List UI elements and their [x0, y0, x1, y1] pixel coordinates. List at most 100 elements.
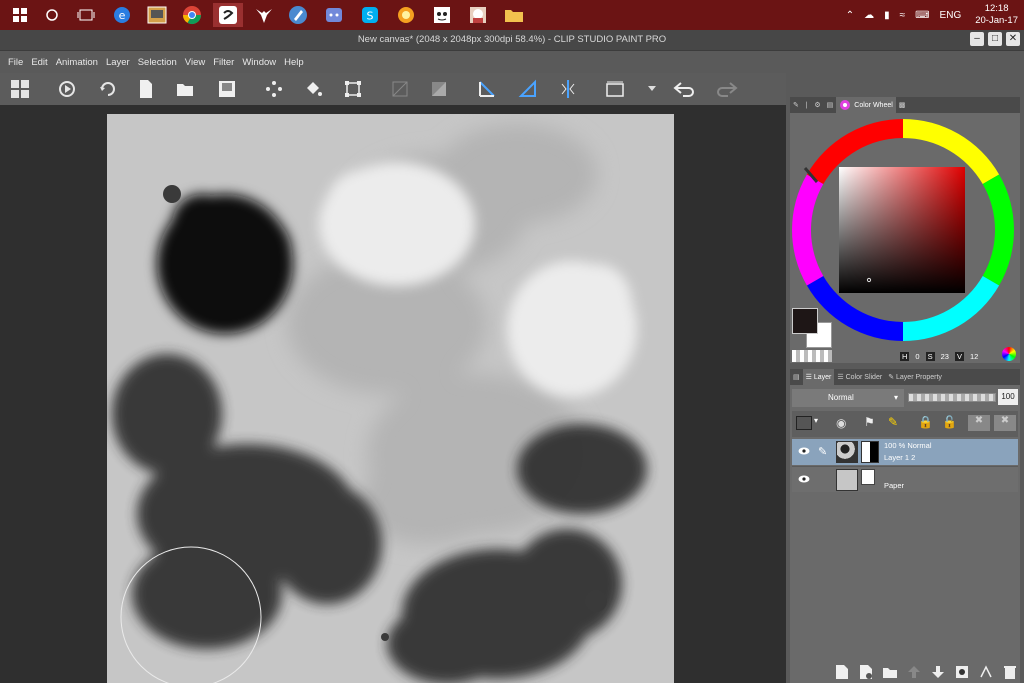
canvas-workspace	[0, 105, 786, 683]
media-app-icon[interactable]	[145, 3, 169, 27]
layer-mask-thumbnail	[861, 441, 879, 463]
tab-brush-icon[interactable]: ∣	[802, 97, 812, 113]
new-folder-icon[interactable]	[882, 664, 898, 680]
symmetry-ruler-icon[interactable]	[556, 77, 580, 101]
character-app-icon[interactable]	[466, 3, 490, 27]
menu-view[interactable]: View	[181, 57, 209, 68]
folder-icon[interactable]	[502, 3, 526, 27]
opacity-slider[interactable]	[908, 393, 996, 402]
cortana-icon[interactable]	[40, 3, 64, 27]
tab-pen-icon[interactable]: ✎	[790, 97, 802, 113]
invert-selection-icon[interactable]	[427, 77, 451, 101]
grid-menu-icon[interactable]	[8, 77, 32, 101]
eye-icon[interactable]	[798, 447, 810, 455]
new-raster-layer-icon[interactable]	[834, 664, 850, 680]
saturation-value: 23	[940, 352, 949, 361]
redo-icon[interactable]	[715, 77, 739, 101]
frame-icon[interactable]	[603, 77, 627, 101]
minimize-button[interactable]: –	[970, 32, 984, 46]
draft-layer-icon[interactable]: ✎	[888, 415, 898, 429]
tab-color-slider[interactable]: ☰ Color Slider	[834, 369, 885, 385]
keyboard-icon[interactable]: ⌨	[915, 10, 929, 21]
skype-icon[interactable]: S	[358, 3, 382, 27]
undo-history-icon[interactable]	[262, 77, 286, 101]
tab-menu-icon[interactable]: ▤	[790, 369, 803, 385]
tab-layers-icon[interactable]: ▤	[824, 97, 837, 113]
ruler-icon[interactable]	[978, 664, 994, 680]
layer-thumbnail	[836, 441, 858, 463]
trash-icon[interactable]	[1002, 664, 1018, 680]
dropdown-arrow-icon[interactable]	[645, 77, 659, 101]
opacity-input[interactable]: 100	[998, 389, 1018, 405]
cloud-icon[interactable]: ☁	[864, 10, 874, 21]
perspective-ruler-icon[interactable]	[516, 77, 540, 101]
windows-start-icon[interactable]	[8, 3, 32, 27]
new-vector-layer-icon[interactable]	[858, 664, 874, 680]
tab-settings-icon[interactable]: ⚙	[811, 97, 823, 113]
battery-icon[interactable]: ▮	[884, 10, 890, 21]
chevron-down-icon[interactable]: ▾	[814, 416, 818, 425]
transparent-color-swatch[interactable]	[792, 350, 832, 362]
transform-icon[interactable]	[341, 77, 365, 101]
tab-layer-property[interactable]: ✎ Layer Property	[885, 369, 945, 385]
new-file-icon[interactable]	[134, 77, 158, 101]
clip-studio-refresh-icon[interactable]	[96, 77, 120, 101]
clear-selection-icon[interactable]	[388, 77, 412, 101]
layer-mask-icon[interactable]	[954, 664, 970, 680]
save-icon[interactable]	[215, 77, 239, 101]
chevron-up-icon[interactable]: ⌃	[846, 10, 854, 21]
clip-studio-icon[interactable]	[213, 3, 243, 27]
transfer-down-icon[interactable]	[906, 664, 922, 680]
clock[interactable]: 12:18 20-Jan-17	[975, 3, 1018, 27]
merge-down-icon[interactable]	[930, 664, 946, 680]
blend-mode-select[interactable]: Normal ▾	[792, 389, 904, 407]
mask-enable-icon[interactable]: ✖	[968, 415, 990, 431]
color-wheel[interactable]	[790, 113, 1020, 343]
maximize-button[interactable]: □	[988, 32, 1002, 46]
chrome-icon[interactable]	[180, 3, 204, 27]
burst-app-icon[interactable]	[394, 3, 418, 27]
doc-viewer-icon[interactable]	[430, 3, 454, 27]
clipping-icon[interactable]: ◉	[836, 416, 846, 430]
hsv-readout: H 0 S 23 V 12	[900, 352, 978, 361]
ruler-line-icon[interactable]	[475, 77, 499, 101]
close-button[interactable]: ✕	[1006, 32, 1020, 46]
menu-window[interactable]: Window	[238, 57, 280, 68]
undo-icon[interactable]	[672, 77, 696, 101]
menu-help[interactable]: Help	[280, 57, 308, 68]
menu-filter[interactable]: Filter	[209, 57, 238, 68]
layer-row-2[interactable]: Paper	[792, 466, 1018, 492]
mask-show-icon[interactable]: ✖	[994, 415, 1016, 431]
lock-icon[interactable]: 🔒	[918, 415, 933, 429]
layer-row-1[interactable]: ✎ 100 % Normal Layer 1 2	[792, 439, 1018, 465]
fox-app-icon[interactable]	[252, 3, 276, 27]
task-view-icon[interactable]	[74, 3, 98, 27]
pen-app-icon[interactable]	[286, 3, 310, 27]
eye-icon[interactable]	[798, 475, 810, 483]
edge-icon[interactable]: e	[110, 3, 134, 27]
layer-thumbnail	[836, 469, 858, 491]
color-mode-icon[interactable]	[1002, 347, 1016, 361]
tab-color-wheel[interactable]: Color Wheel	[836, 97, 896, 113]
language-indicator[interactable]: ENG	[940, 10, 962, 21]
menu-animation[interactable]: Animation	[52, 57, 102, 68]
menu-edit[interactable]: Edit	[27, 57, 51, 68]
tab-color-set-icon[interactable]: ▩	[896, 97, 909, 113]
window-title: New canvas* (2048 x 2048px 300dpi 58.4%)…	[357, 34, 667, 45]
menu-file[interactable]: File	[4, 57, 27, 68]
lock-transparent-icon[interactable]: 🔓	[942, 415, 957, 429]
layer-color-icon[interactable]	[796, 416, 812, 430]
drawing-canvas[interactable]	[107, 114, 674, 683]
reference-layer-icon[interactable]: ⚑	[864, 415, 875, 429]
main-color-swatch[interactable]	[792, 308, 818, 334]
open-folder-icon[interactable]	[174, 77, 198, 101]
discord-icon[interactable]	[322, 3, 346, 27]
fill-bucket-icon[interactable]	[301, 77, 325, 101]
wifi-icon[interactable]: ≈	[900, 10, 906, 21]
tab-layer[interactable]: ☰ Layer	[802, 369, 835, 385]
clip-studio-start-icon[interactable]	[55, 77, 79, 101]
brush-icon: ✎	[818, 446, 828, 458]
menu-layer[interactable]: Layer	[102, 57, 134, 68]
menu-selection[interactable]: Selection	[134, 57, 181, 68]
tab-layer-label: Layer	[813, 373, 832, 381]
